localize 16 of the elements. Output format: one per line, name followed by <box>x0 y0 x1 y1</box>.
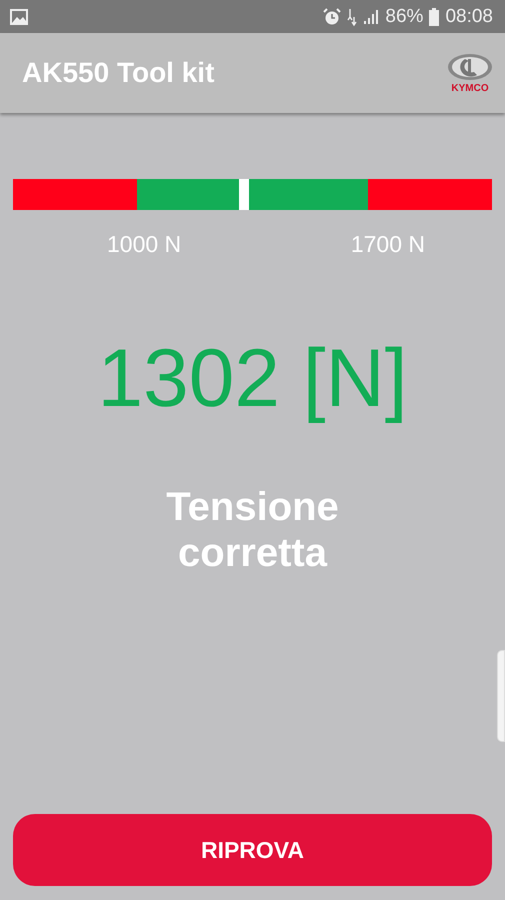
emblem-icon <box>447 52 493 80</box>
limit-label: 1700 N <box>350 231 425 258</box>
alarm-icon <box>323 8 342 26</box>
clock-time: 08:08 <box>445 6 493 28</box>
app-title: AK550 Tool kit <box>22 57 214 89</box>
gallery-icon <box>10 8 28 24</box>
tension-reading: 1302 [N] <box>96 332 408 426</box>
battery-percentage: 86% <box>385 6 424 28</box>
battery-icon <box>429 8 440 26</box>
edge-panel-handle[interactable] <box>497 650 505 742</box>
signal-icon <box>363 8 380 24</box>
data-arrows-icon <box>347 6 358 26</box>
limit-label: 1000 N <box>107 231 182 258</box>
retry-button[interactable]: RIPROVA <box>13 814 492 886</box>
status-message: Tensione corretta <box>165 484 340 576</box>
brand-logo-text: KYMCO <box>451 82 489 94</box>
